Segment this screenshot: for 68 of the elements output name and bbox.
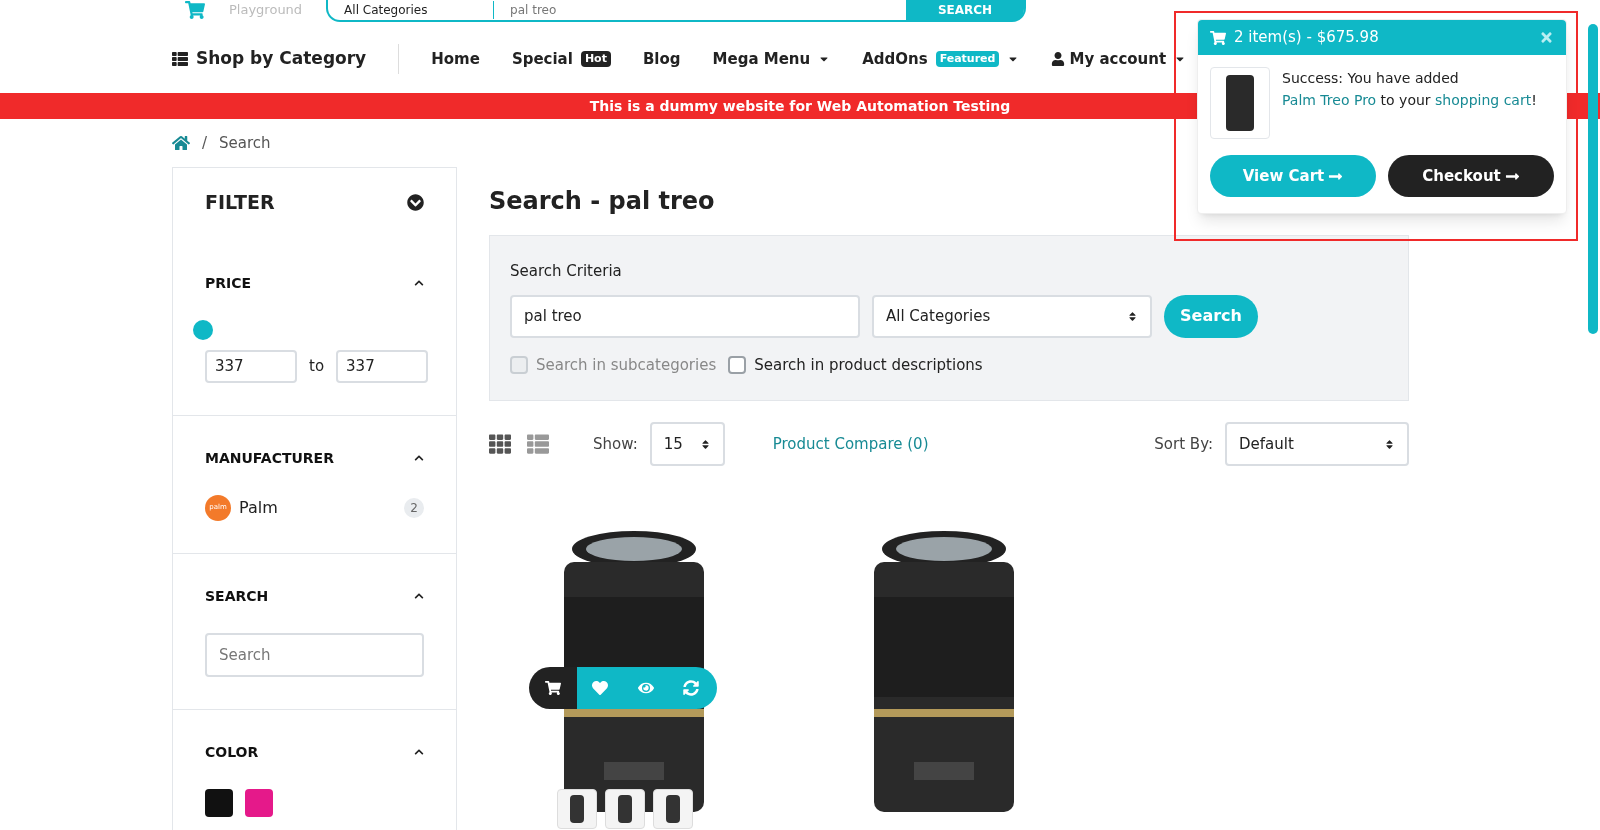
breadcrumb-separator: /: [202, 132, 208, 154]
user-icon: [1051, 52, 1066, 66]
sort-arrows-icon: [699, 438, 711, 450]
collapse-icon[interactable]: [414, 591, 424, 601]
cart-logo-icon: [185, 0, 205, 20]
collapse-icon[interactable]: [414, 278, 424, 288]
collapse-icon[interactable]: [414, 747, 424, 757]
filter-section-title: COLOR: [205, 742, 259, 762]
page-title: Search - pal treo: [489, 186, 715, 217]
filter-search-field[interactable]: Search: [205, 632, 424, 677]
refresh-icon: [683, 680, 699, 696]
filter-title: FILTER: [205, 190, 275, 215]
nav-link[interactable]: My account: [1069, 47, 1167, 71]
filter-section-title: MANUFACTURER: [205, 448, 334, 468]
nav-link[interactable]: Blog: [642, 47, 681, 71]
show-select[interactable]: 15: [649, 422, 725, 466]
range-separator: to: [308, 355, 326, 377]
filter-section-title: PRICE: [205, 273, 252, 293]
grid-view-icon[interactable]: [489, 433, 511, 455]
sort-label: Sort By:: [1154, 433, 1213, 455]
category-dropdown[interactable]: All Categories: [872, 294, 1152, 338]
thumbnail-image[interactable]: [653, 789, 693, 829]
filter-section-title: SEARCH: [205, 586, 269, 606]
checkout-button[interactable]: Checkout: [1388, 155, 1554, 197]
cart-summary: 2 item(s) - $675.98: [1234, 27, 1380, 49]
show-label: Show:: [593, 433, 638, 455]
sort-arrows-icon: [1384, 438, 1395, 450]
sort-select[interactable]: Default: [1225, 422, 1409, 466]
nav-link[interactable]: Mega Menu: [712, 47, 811, 71]
message-link[interactable]: shopping cart: [1435, 92, 1532, 108]
checkbox-label[interactable]: Search in product descriptions: [754, 353, 983, 376]
heart-icon: [592, 680, 608, 696]
add-to-cart-button[interactable]: [529, 667, 577, 709]
scrollbar-thumb[interactable]: [1588, 24, 1598, 334]
product-compare-link[interactable]: Product Compare (0): [772, 432, 1155, 456]
count-badge: 2: [404, 497, 424, 518]
cart-icon: [1210, 29, 1226, 46]
collapse-icon[interactable]: [414, 453, 424, 463]
category-menu[interactable]: Shop by Category: [196, 46, 367, 72]
nav-link[interactable]: Special: [511, 47, 573, 71]
eye-icon: [638, 680, 654, 696]
breadcrumb-link[interactable]: Search: [219, 131, 271, 155]
home-icon[interactable]: [172, 134, 190, 152]
nav-link[interactable]: Home: [431, 47, 480, 71]
product-thumbnail: [1210, 67, 1270, 139]
menu-icon[interactable]: [172, 51, 188, 67]
color-swatch[interactable]: [245, 788, 273, 817]
criteria-label: Search Criteria: [510, 261, 623, 282]
search-query[interactable]: pal treo: [494, 1, 906, 19]
message-link[interactable]: Palm Treo Pro: [1282, 92, 1377, 108]
price-max-field[interactable]: 337: [336, 349, 429, 383]
price-min-field[interactable]: 337: [205, 349, 297, 383]
category-select[interactable]: All Categories: [344, 1, 495, 19]
manufacturer-link[interactable]: Palm: [239, 495, 396, 520]
collapse-icon[interactable]: [407, 193, 424, 211]
list-view-icon[interactable]: [527, 433, 549, 455]
keyword-field[interactable]: pal treo: [510, 294, 860, 338]
logo-text: Playground: [229, 1, 303, 19]
cart-icon: [545, 680, 561, 696]
nav-link[interactable]: AddOns: [862, 47, 928, 71]
nav-badge: Featured: [935, 50, 1000, 68]
nav-badge: Hot: [580, 50, 611, 68]
checkbox[interactable]: [728, 355, 747, 374]
thumbnail-image[interactable]: [605, 789, 645, 829]
color-swatch[interactable]: [205, 788, 233, 817]
sort-arrows-icon: [1127, 310, 1138, 322]
thumbnail-image[interactable]: [557, 789, 597, 829]
slider-handle[interactable]: [193, 319, 213, 340]
